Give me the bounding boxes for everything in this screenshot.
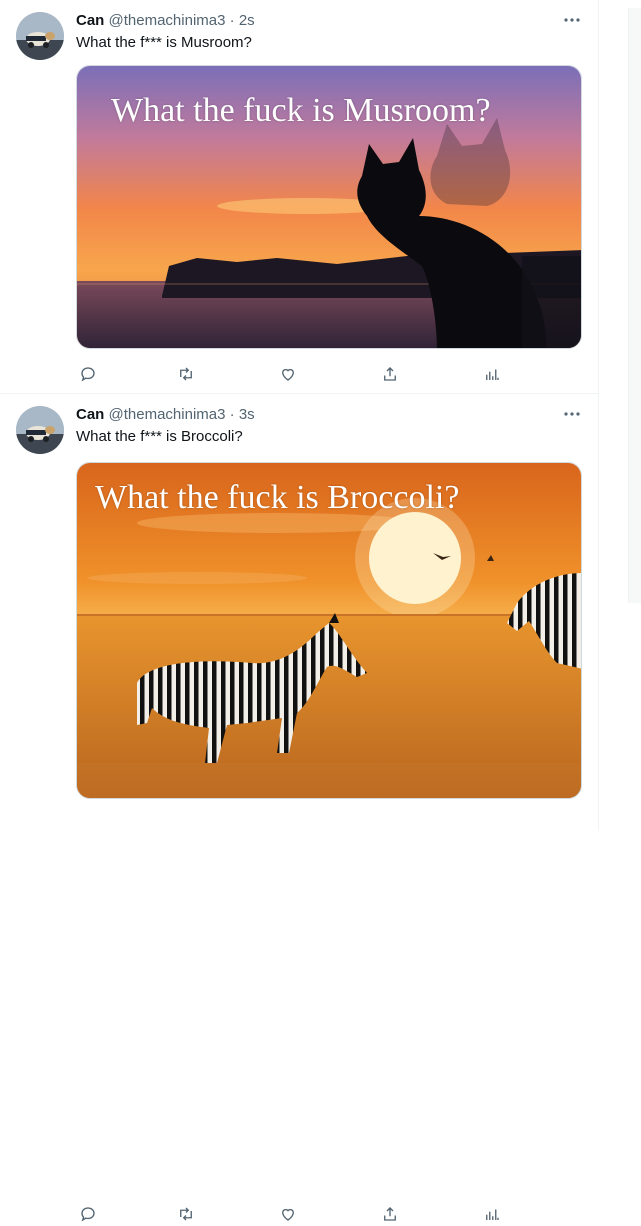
share-button[interactable]: [378, 362, 402, 386]
image-caption: What the fuck is Musroom?: [111, 92, 491, 129]
retweet-button[interactable]: [174, 362, 198, 386]
retweet-icon: [180, 367, 192, 381]
tweet-header: Can @themachinima3 · 3s: [76, 405, 255, 425]
analytics-button[interactable]: [480, 362, 504, 386]
tweet-text: What the f*** is Broccoli?: [76, 428, 243, 445]
share-icon: [384, 367, 396, 381]
tweet[interactable]: Can @themachinima3 · 3s What the f*** is…: [0, 394, 598, 1222]
tweet-header: Can @themachinima3 · 2s: [76, 11, 255, 31]
avatar[interactable]: [16, 406, 64, 454]
sidebar-scrollbar[interactable]: [628, 8, 641, 603]
user-handle[interactable]: @themachinima3: [109, 406, 226, 423]
tweet-actions: [76, 362, 582, 386]
display-name[interactable]: Can: [76, 406, 104, 423]
analytics-button[interactable]: [480, 1202, 504, 1226]
tweet-text: What the f*** is Musroom?: [76, 34, 252, 51]
display-name[interactable]: Can: [76, 12, 104, 29]
like-button[interactable]: [276, 1202, 300, 1226]
like-button[interactable]: [276, 362, 300, 386]
image-caption: What the fuck is Broccoli?: [95, 479, 460, 516]
user-handle[interactable]: @themachinima3: [109, 12, 226, 29]
analytics-icon: [486, 369, 499, 380]
more-options-button[interactable]: [562, 10, 582, 30]
share-button[interactable]: [378, 1202, 402, 1226]
avatar-image: [16, 12, 64, 60]
reply-icon: [81, 367, 95, 382]
avatar-image: [16, 406, 64, 454]
avatar[interactable]: [16, 12, 64, 60]
share-icon: [384, 1207, 396, 1221]
tweet-image[interactable]: What the fuck is Broccoli?: [76, 462, 582, 799]
timestamp[interactable]: 3s: [239, 406, 255, 423]
like-icon: [282, 368, 294, 381]
more-options-button[interactable]: [562, 404, 582, 424]
retweet-button[interactable]: [174, 1202, 198, 1226]
reply-button[interactable]: [76, 362, 100, 386]
separator-dot: ·: [229, 12, 235, 29]
separator-dot: ·: [229, 406, 235, 423]
analytics-icon: [486, 1209, 499, 1220]
more-icon: [564, 412, 580, 416]
timeline-feed: Can @themachinima3 · 2s What the f*** is…: [0, 0, 599, 1222]
tweet-actions: [76, 1202, 582, 1226]
tweet[interactable]: Can @themachinima3 · 2s What the f*** is…: [0, 0, 598, 394]
tweet-image[interactable]: What the fuck is Musroom?: [76, 65, 582, 349]
reply-button[interactable]: [76, 1202, 100, 1226]
reply-icon: [81, 1207, 95, 1222]
retweet-icon: [180, 1207, 192, 1221]
like-icon: [282, 1208, 294, 1221]
more-icon: [564, 18, 580, 22]
timestamp[interactable]: 2s: [239, 12, 255, 29]
